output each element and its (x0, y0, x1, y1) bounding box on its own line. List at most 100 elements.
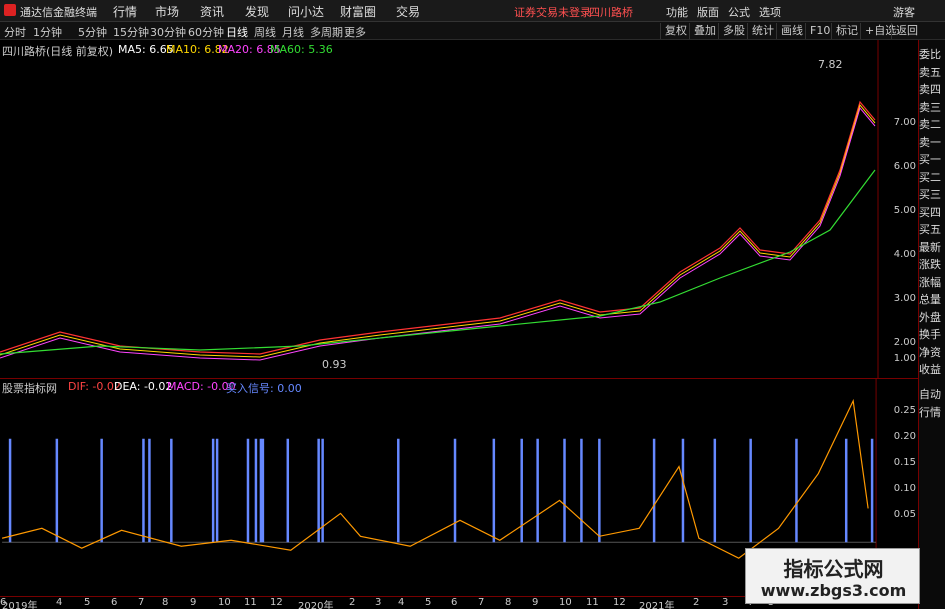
multi-stock-button[interactable]: 多股 (718, 23, 749, 39)
price-tick: 3.00 (893, 293, 916, 304)
overlay-button[interactable]: 叠加 (689, 23, 720, 39)
ma60-label: MA60: 5.36 (270, 43, 333, 56)
sidebar-item[interactable]: 行情 (919, 406, 945, 420)
sidebar-item[interactable]: 收益 (919, 363, 945, 377)
sidebar-item[interactable]: 卖五 (919, 66, 945, 80)
adjust-button[interactable]: 复权 (660, 23, 691, 39)
tab-period[interactable]: 周线 (254, 24, 276, 40)
stats-button[interactable]: 统计 (747, 23, 778, 39)
tab-period[interactable]: 60分钟 (188, 24, 224, 40)
menu-item[interactable]: 市场 (155, 3, 179, 20)
x-axis-label: 11 (586, 597, 599, 608)
sidebar-item[interactable]: 买一 (919, 153, 945, 167)
sidebar-item[interactable]: 卖二 (919, 118, 945, 132)
price-tick: 6.00 (893, 161, 916, 172)
x-axis-label: 10 (218, 597, 231, 608)
menu-item[interactable]: 行情 (113, 3, 137, 20)
x-axis-label: 6 (0, 597, 7, 608)
x-axis-label: 2020年 (298, 601, 334, 609)
x-axis-label: 2019年 (2, 601, 38, 609)
dif-label: DIF: -0.02 (68, 380, 121, 393)
sidebar-item[interactable]: 买二 (919, 171, 945, 185)
title-bar: 通达信金融终端 行情 市场 资讯 发现 问小达 财富圈 交易 证券交易未登录 四… (0, 0, 945, 22)
draw-button[interactable]: 画线 (776, 23, 807, 39)
menu-item[interactable]: 问小达 (288, 3, 324, 20)
menu-item[interactable]: 资讯 (200, 3, 224, 20)
price-tick: 2.00 (893, 337, 916, 348)
user-label[interactable]: 游客 (893, 4, 915, 20)
sidebar-item[interactable]: 总量 (919, 293, 945, 307)
mark-button[interactable]: 标记 (831, 23, 862, 39)
kline-chart[interactable] (0, 40, 918, 378)
menu-layout[interactable]: 版面 (697, 4, 719, 20)
menu-item[interactable]: 交易 (396, 3, 420, 20)
menu-function[interactable]: 功能 (666, 4, 688, 20)
price-line (0, 169, 876, 355)
low-price-label: 0.93 (322, 358, 347, 371)
x-axis-label: 7 (478, 597, 485, 608)
dif-line (1, 398, 869, 559)
macd-tick: 0.15 (893, 457, 916, 468)
x-axis-label: 12 (613, 597, 626, 608)
sidebar-item[interactable]: 涨幅 (919, 276, 945, 290)
sidebar-item[interactable]: 买四 (919, 206, 945, 220)
macd-tick: 0.20 (893, 431, 916, 442)
x-axis-label: 5 (425, 597, 432, 608)
sidebar-item[interactable]: 换手 (919, 328, 945, 342)
sidebar-item[interactable]: 最新 (919, 241, 945, 255)
x-axis-label: 8 (505, 597, 512, 608)
sidebar-item[interactable]: 外盘 (919, 311, 945, 325)
price-tick: 7.00 (893, 117, 916, 128)
watermark: 指标公式网 www.zbgs3.com (745, 548, 920, 604)
macd-tick: 0.25 (893, 405, 916, 416)
menu-formula[interactable]: 公式 (728, 4, 750, 20)
sidebar-item[interactable]: 买三 (919, 188, 945, 202)
tab-period[interactable]: 分时 (4, 24, 26, 40)
tab-period[interactable]: 5分钟 (78, 24, 107, 40)
tab-period[interactable]: 30分钟 (150, 24, 186, 40)
high-price-label: 7.82 (818, 58, 843, 71)
tab-period-active[interactable]: 日线 (226, 24, 248, 40)
price-line (0, 100, 876, 355)
buy-signal-label: 买入信号: 0.00 (226, 382, 302, 395)
sidebar-item[interactable]: 买五 (919, 223, 945, 237)
sidebar-item[interactable]: 自动 (919, 388, 945, 402)
menu-item[interactable]: 财富圈 (340, 3, 376, 20)
app-logo-icon (4, 4, 16, 16)
dea-label: DEA: -0.02 (114, 380, 173, 393)
tab-period[interactable]: 15分钟 (113, 24, 149, 40)
current-stock: 四川路桥 (589, 6, 633, 19)
watermark-url: www.zbgs3.com (760, 581, 907, 600)
tab-period[interactable]: 多周期 (310, 24, 343, 40)
price-tick: 4.00 (893, 249, 916, 260)
sidebar-item[interactable]: 净资 (919, 346, 945, 360)
sidebar-item[interactable]: 委比 (919, 48, 945, 62)
sidebar-item[interactable]: 卖三 (919, 101, 945, 115)
tab-more[interactable]: 更多 (344, 24, 366, 40)
price-tick: 5.00 (893, 205, 916, 216)
back-button[interactable]: 返回 (891, 23, 922, 39)
price-tick: 1.00 (893, 353, 916, 364)
macd-tick: 0.05 (893, 509, 916, 520)
x-axis-label: 9 (532, 597, 539, 608)
x-axis-label: 3 (722, 597, 729, 608)
sidebar-item[interactable]: 涨跌 (919, 258, 945, 272)
x-axis-label: 4 (56, 597, 63, 608)
x-axis-label: 4 (398, 597, 405, 608)
login-status[interactable]: 证券交易未登录 (514, 4, 591, 20)
tab-period[interactable]: 月线 (282, 24, 304, 40)
sidebar-item[interactable]: 卖一 (919, 136, 945, 150)
x-axis-label: 2 (349, 597, 356, 608)
x-axis-label: 3 (375, 597, 382, 608)
menu-item[interactable]: 发现 (245, 3, 269, 20)
f10-button[interactable]: F10 (805, 23, 834, 39)
menu-options[interactable]: 选项 (759, 4, 781, 20)
x-axis-label: 11 (244, 597, 257, 608)
app-name: 通达信金融终端 (20, 6, 97, 19)
sidebar-item[interactable]: 卖四 (919, 83, 945, 97)
x-axis-label: 8 (162, 597, 169, 608)
x-axis-label: 2021年 (639, 601, 675, 609)
tab-period[interactable]: 1分钟 (33, 24, 62, 40)
x-axis-label: 12 (270, 597, 283, 608)
x-axis-label: 7 (138, 597, 145, 608)
